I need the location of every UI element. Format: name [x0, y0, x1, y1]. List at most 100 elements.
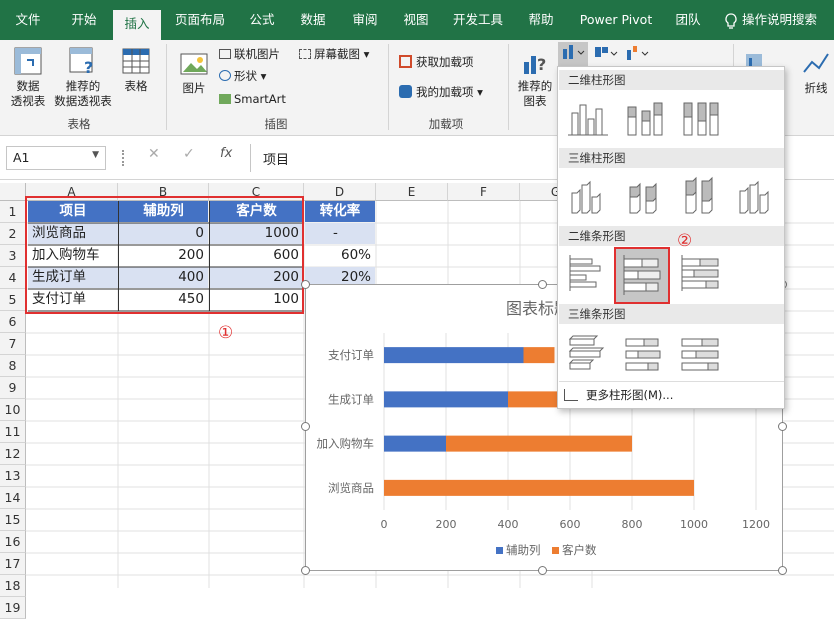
insert-function-button[interactable]: fx — [220, 146, 232, 161]
table-button[interactable]: 表格 — [118, 46, 154, 94]
x-tick-label: 800 — [622, 518, 643, 531]
100-stacked-bar-icon[interactable] — [678, 251, 722, 295]
hierarchy-chart-icon[interactable] — [592, 44, 620, 64]
smartart-icon — [219, 94, 231, 104]
column-chart-icon — [563, 45, 585, 59]
line-chart-icon — [803, 53, 829, 73]
3d-stacked-bar-icon[interactable] — [622, 329, 666, 373]
my-addins-button[interactable]: 我的加载项 ▾ — [399, 84, 483, 100]
tab-power-pivot[interactable]: Power Pivot — [574, 0, 658, 40]
column-header[interactable]: D — [304, 183, 376, 201]
3d-clustered-column-icon[interactable] — [566, 173, 610, 217]
x-tick-label: 400 — [498, 518, 519, 531]
row-header[interactable]: 2 — [0, 223, 26, 245]
line-chart-button[interactable]: 折线 — [800, 48, 832, 96]
recommended-charts-button[interactable]: ? 推荐的 图表 — [514, 48, 556, 109]
screenshot-icon — [299, 49, 311, 59]
row-header[interactable]: 15 — [0, 509, 26, 531]
section-3d-column: 三维柱形图 — [559, 148, 784, 168]
picture-label: 图片 — [182, 81, 206, 95]
row-header[interactable]: 1 — [0, 201, 26, 223]
more-column-charts-label: 更多柱形图(M)... — [586, 388, 674, 402]
row-header[interactable]: 18 — [0, 575, 26, 597]
3d-clustered-bar-icon[interactable] — [566, 329, 610, 373]
row-header[interactable]: 7 — [0, 333, 26, 355]
tab-view[interactable]: 视图 — [396, 0, 436, 40]
row-header[interactable]: 12 — [0, 443, 26, 465]
stacked-bar-option-selected[interactable] — [614, 247, 670, 304]
resize-handle[interactable] — [301, 280, 310, 289]
3d-100-stacked-bar-icon[interactable] — [678, 329, 722, 373]
section-3d-bar: 三维条形图 — [559, 304, 784, 324]
shapes-icon — [219, 70, 231, 81]
resize-handle[interactable] — [301, 566, 310, 575]
tab-home[interactable]: 开始 — [62, 0, 106, 40]
resize-handle[interactable] — [122, 150, 126, 166]
online-picture-label: 联机图片 — [234, 47, 280, 61]
row-header[interactable]: 8 — [0, 355, 26, 377]
recommended-charts-label: 推荐的 图表 — [517, 79, 553, 108]
100-stacked-column-icon[interactable] — [678, 95, 722, 139]
ribbon-separator — [166, 44, 167, 130]
resize-handle[interactable] — [778, 422, 787, 431]
y-category-label: 支付订单 — [328, 348, 374, 362]
tab-file[interactable]: 文件 — [6, 0, 50, 40]
waterfall-chart-icon[interactable] — [624, 44, 652, 64]
row-header[interactable]: 6 — [0, 311, 26, 333]
shapes-button[interactable]: 形状 ▾ — [219, 68, 266, 84]
select-all-corner[interactable] — [0, 183, 26, 201]
online-picture-button[interactable]: 联机图片 — [219, 46, 280, 62]
row-header[interactable]: 17 — [0, 553, 26, 575]
resize-handle[interactable] — [538, 280, 547, 289]
group-illustrations-label: 插图 — [264, 117, 288, 131]
lightbulb-icon — [725, 13, 737, 29]
x-tick-label: 0 — [381, 518, 388, 531]
tab-insert[interactable]: 插入 — [113, 10, 161, 40]
smartart-button[interactable]: SmartArt — [219, 91, 286, 107]
tab-formulas[interactable]: 公式 — [242, 0, 282, 40]
stacked-column-icon[interactable] — [622, 95, 666, 139]
cancel-icon[interactable]: ✕ — [148, 146, 160, 162]
smartart-label: SmartArt — [234, 92, 286, 106]
row-header[interactable]: 19 — [0, 597, 26, 619]
y-category-label: 浏览商品 — [328, 481, 374, 495]
resize-handle[interactable] — [538, 566, 547, 575]
ribbon-separator — [388, 44, 389, 130]
picture-button[interactable]: 图片 — [176, 50, 212, 96]
tell-me-search[interactable]: 操作说明搜索 — [742, 0, 834, 40]
tab-developer[interactable]: 开发工具 — [446, 0, 510, 40]
row-header[interactable]: 9 — [0, 377, 26, 399]
3d-stacked-column-icon[interactable] — [622, 173, 666, 217]
row-header[interactable]: 10 — [0, 399, 26, 421]
confirm-icon[interactable]: ✓ — [183, 146, 195, 162]
tab-review[interactable]: 审阅 — [345, 0, 385, 40]
tab-team[interactable]: 团队 — [668, 0, 708, 40]
3d-column-icon[interactable] — [734, 173, 778, 217]
tab-help[interactable]: 帮助 — [521, 0, 561, 40]
resize-handle[interactable] — [301, 422, 310, 431]
tab-data[interactable]: 数据 — [293, 0, 333, 40]
row-header[interactable]: 3 — [0, 245, 26, 267]
row-header[interactable]: 4 — [0, 267, 26, 289]
row-header[interactable]: 5 — [0, 289, 26, 311]
name-box[interactable]: A1 ▼ — [6, 146, 106, 170]
column-header[interactable]: F — [448, 183, 520, 201]
y-category-label: 加入购物车 — [317, 437, 375, 451]
clustered-bar-icon[interactable] — [566, 251, 610, 295]
row-header[interactable]: 13 — [0, 465, 26, 487]
3d-100-stacked-column-icon[interactable] — [678, 173, 722, 217]
row-header[interactable]: 14 — [0, 487, 26, 509]
column-bar-chart-button[interactable] — [558, 42, 588, 66]
row-header[interactable]: 11 — [0, 421, 26, 443]
resize-handle[interactable] — [778, 566, 787, 575]
more-column-charts-item[interactable]: 更多柱形图(M)... — [564, 385, 778, 405]
row-header[interactable]: 16 — [0, 531, 26, 553]
tab-page-layout[interactable]: 页面布局 — [168, 0, 232, 40]
column-header[interactable]: E — [376, 183, 448, 201]
pivot-table-button[interactable]: 数据 透视表 — [6, 46, 50, 109]
recommended-pivot-button[interactable]: ? 推荐的 数据透视表 — [52, 46, 114, 109]
screenshot-button[interactable]: 屏幕截图 ▾ — [299, 46, 369, 62]
group-addins-label: 加载项 — [428, 117, 464, 131]
clustered-column-icon[interactable] — [566, 95, 610, 139]
get-addins-button[interactable]: 获取加载项 — [399, 54, 474, 70]
